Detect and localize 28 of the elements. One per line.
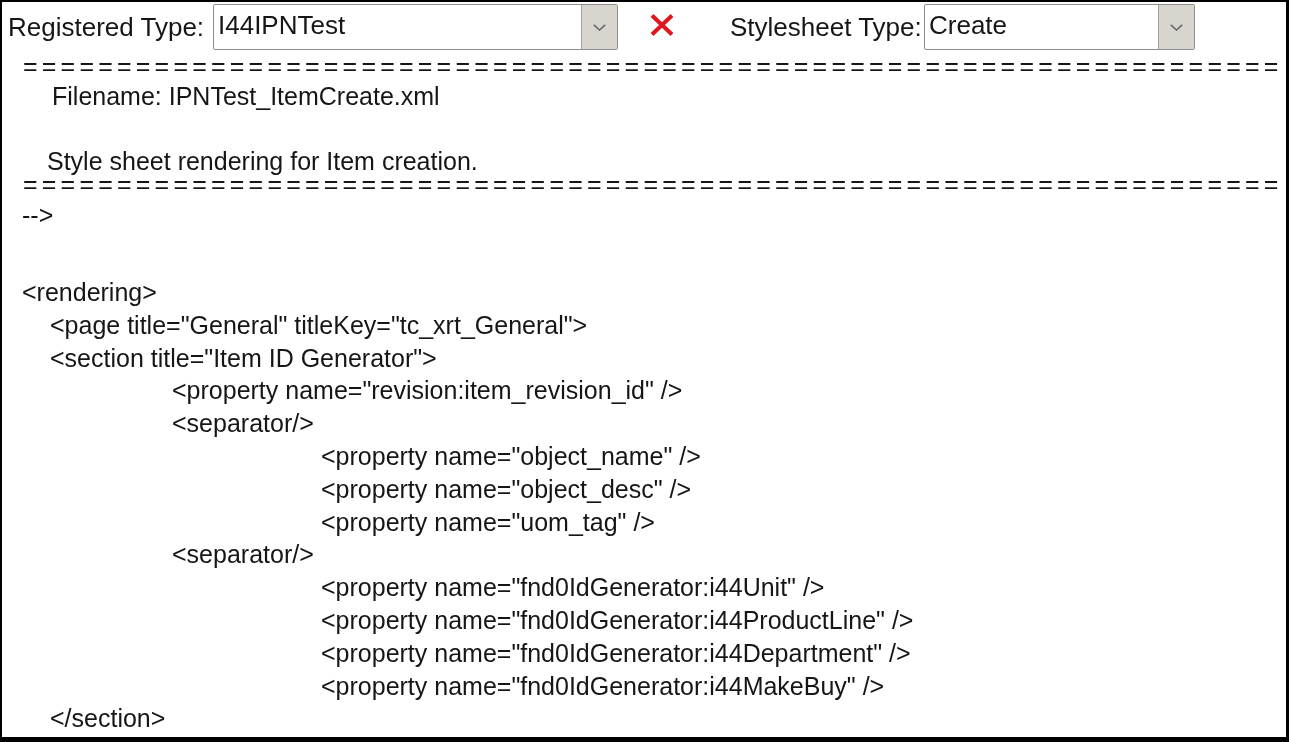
registered-type-combobox[interactable]: I44IPNTest bbox=[213, 4, 618, 50]
code-line: <property name="object_name" /> bbox=[321, 441, 701, 472]
comment-end-marker: --> bbox=[22, 202, 54, 228]
code-line: <property name="fnd0IdGenerator:i44Unit" /> bbox=[321, 572, 825, 604]
code-line: <separator/> bbox=[172, 408, 314, 440]
code-line: <property name="revision:item_revision_id" /> bbox=[172, 375, 683, 407]
comment-text: Style sheet rendering for Item creation. bbox=[47, 148, 478, 174]
chevron-down-icon bbox=[593, 23, 606, 31]
chevron-down-icon bbox=[1170, 23, 1183, 31]
comment-text: Filename: IPNTest_ItemCreate.xml bbox=[52, 83, 440, 109]
code-line: <property name="fnd0IdGenerator:i44Department" /> bbox=[321, 637, 911, 669]
code-line: <property name="fnd0IdGenerator:i44ProductLine" /> bbox=[321, 604, 914, 636]
code-line: <separator/> bbox=[172, 539, 314, 571]
code-line: </section> bbox=[50, 703, 166, 735]
stylesheet-type-label: Stylesheet Type: bbox=[730, 12, 922, 42]
comment-rule: =================================================================== bbox=[23, 56, 1283, 76]
code-line: <rendering> bbox=[22, 277, 157, 308]
code-line: <property name="object_desc" /> bbox=[321, 473, 692, 505]
code-line: <page title="General" titleKey="tc_xrt_General"> bbox=[50, 309, 588, 341]
registered-type-label: Registered Type: bbox=[8, 12, 205, 42]
code-line: <property name="uom_tag" /> bbox=[321, 506, 655, 538]
comment-rule: =================================================================== bbox=[23, 174, 1283, 194]
stylesheet-type-combobox[interactable]: Create bbox=[924, 4, 1195, 50]
code-line: <property name="fnd0IdGenerator:i44MakeBuy" /> bbox=[321, 670, 885, 702]
dropdown-button[interactable] bbox=[1158, 5, 1194, 49]
cross-icon[interactable] bbox=[650, 14, 674, 36]
code-line: <section title="Item ID Generator"> bbox=[50, 342, 437, 374]
dropdown-button[interactable] bbox=[581, 5, 617, 49]
